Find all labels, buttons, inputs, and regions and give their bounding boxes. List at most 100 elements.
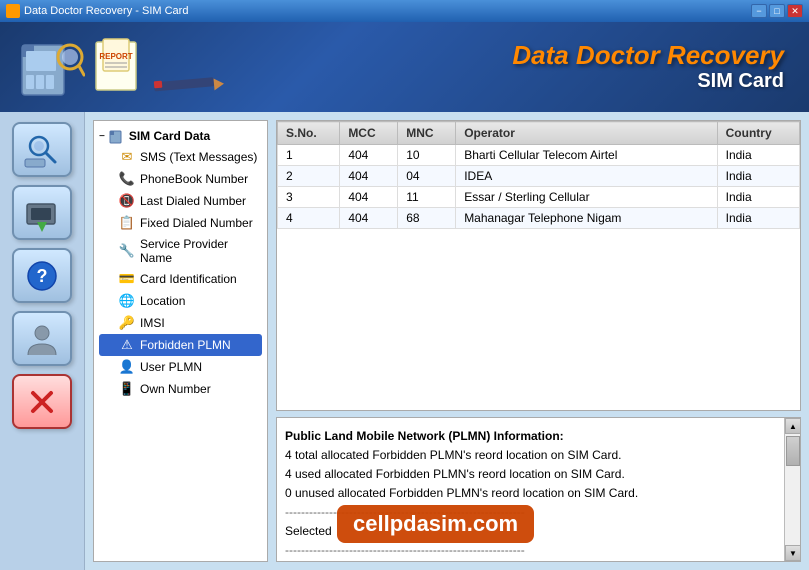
- tree-item-imsi[interactable]: 🔑 IMSI: [99, 312, 262, 334]
- sim-card-icon: [20, 37, 85, 97]
- scroll-track: [785, 434, 800, 545]
- cell-operator: Essar / Sterling Cellular: [456, 187, 717, 208]
- tree-root-label: SIM Card Data: [129, 129, 210, 143]
- cell-sno: 4: [278, 208, 340, 229]
- header-title-main: Data Doctor Recovery: [512, 41, 784, 70]
- last-dialed-icon: 📵: [119, 193, 135, 209]
- cell-operator: IDEA: [456, 166, 717, 187]
- cell-mcc: 404: [340, 208, 398, 229]
- info-line-2: 0 unused allocated Forbidden PLMN's reor…: [285, 484, 776, 502]
- service-provider-icon: 🔧: [119, 243, 135, 259]
- location-label: Location: [140, 294, 185, 308]
- col-header-mcc: MCC: [340, 122, 398, 145]
- help-button[interactable]: ?: [12, 248, 72, 303]
- cell-sno: 1: [278, 145, 340, 166]
- cell-sno: 2: [278, 166, 340, 187]
- sms-label: SMS (Text Messages): [140, 150, 257, 164]
- cell-country: India: [717, 187, 799, 208]
- cell-mcc: 404: [340, 145, 398, 166]
- info-lines-container: 4 total allocated Forbidden PLMN's reord…: [285, 446, 776, 561]
- fixed-dialed-icon: 📋: [119, 215, 135, 231]
- info-title: Public Land Mobile Network (PLMN) Inform…: [285, 427, 776, 445]
- tree-items-container: ✉ SMS (Text Messages) 📞 PhoneBook Number 📵La…: [99, 146, 262, 400]
- imsi-icon: 🔑: [119, 315, 135, 331]
- table-row: 140410Bharti Cellular Telecom AirtelIndi…: [278, 145, 800, 166]
- app-icon: [6, 4, 20, 18]
- imsi-label: IMSI: [140, 316, 165, 330]
- own-number-icon: 📱: [119, 381, 135, 397]
- phonebook-label: PhoneBook Number: [140, 172, 248, 186]
- pencil-icon: [152, 72, 232, 97]
- report-icon: REPORT: [91, 37, 146, 97]
- tree-item-last-dialed[interactable]: 📵Last Dialed Number: [99, 190, 262, 212]
- tree-item-phonebook[interactable]: 📞 PhoneBook Number: [99, 168, 262, 190]
- cell-country: India: [717, 208, 799, 229]
- window-title: Data Doctor Recovery - SIM Card: [24, 5, 188, 17]
- tree-item-forbidden-plmn[interactable]: ⚠Forbidden PLMN: [99, 334, 262, 356]
- tree-item-fixed-dialed[interactable]: 📋 Fixed Dialed Number: [99, 212, 262, 234]
- cell-country: India: [717, 166, 799, 187]
- service-provider-label: Service Provider Name: [140, 237, 260, 265]
- info-scrollbar[interactable]: ▲ ▼: [784, 418, 800, 561]
- info-line-3: ----------------------------------------…: [285, 503, 776, 521]
- table-row: 340411Essar / Sterling CellularIndia: [278, 187, 800, 208]
- tree-item-user-plmn[interactable]: 👤 User PLMN: [99, 356, 262, 378]
- table-row: 240404IDEAIndia: [278, 166, 800, 187]
- user-plmn-label: User PLMN: [140, 360, 202, 374]
- tree-item-card-id[interactable]: 💳 Card Identification: [99, 268, 262, 290]
- header-title-sub: SIM Card: [512, 70, 784, 93]
- tree-item-service-provider[interactable]: 🔧 Service Provider Name: [99, 234, 262, 268]
- info-text-area: Public Land Mobile Network (PLMN) Inform…: [277, 418, 784, 561]
- recover-button[interactable]: [12, 185, 72, 240]
- sms-icon: ✉: [119, 149, 135, 165]
- tree-item-sms[interactable]: ✉ SMS (Text Messages): [99, 146, 262, 168]
- scroll-up-button[interactable]: ▲: [785, 418, 801, 434]
- sidebar-buttons: ?: [0, 112, 85, 570]
- tree-root: − SIM Card Data: [99, 126, 262, 146]
- info-line-6: Mobile C: [285, 560, 776, 561]
- card-id-label: Card Identification: [140, 272, 237, 286]
- user-button[interactable]: [12, 311, 72, 366]
- info-line-1: 4 used allocated Forbidden PLMN's reord …: [285, 465, 776, 483]
- forbidden-plmn-icon: ⚠: [119, 337, 135, 353]
- card-id-icon: 💳: [119, 271, 135, 287]
- minimize-button[interactable]: −: [751, 4, 767, 18]
- cell-mcc: 404: [340, 187, 398, 208]
- info-line-4: Selected: [285, 522, 776, 540]
- scroll-down-button[interactable]: ▼: [785, 545, 801, 561]
- cell-mnc: 11: [398, 187, 456, 208]
- data-table: S.No.MCCMNCOperatorCountry 140410Bharti …: [277, 121, 800, 229]
- table-body: 140410Bharti Cellular Telecom AirtelIndi…: [278, 145, 800, 229]
- close-button[interactable]: ✕: [787, 4, 803, 18]
- tree-expand-icon[interactable]: −: [99, 131, 105, 142]
- col-header-mnc: MNC: [398, 122, 456, 145]
- right-content: S.No.MCCMNCOperatorCountry 140410Bharti …: [276, 120, 801, 562]
- col-header-operator: Operator: [456, 122, 717, 145]
- location-icon: 🌐: [119, 293, 135, 309]
- tree-item-own-number[interactable]: 📱 Own Number: [99, 378, 262, 400]
- maximize-button[interactable]: □: [769, 4, 785, 18]
- col-header-country: Country: [717, 122, 799, 145]
- user-plmn-icon: 👤: [119, 359, 135, 375]
- cell-operator: Mahanagar Telephone Nigam: [456, 208, 717, 229]
- col-header-sno: S.No.: [278, 122, 340, 145]
- info-line-0: 4 total allocated Forbidden PLMN's reord…: [285, 446, 776, 464]
- cell-mnc: 68: [398, 208, 456, 229]
- svg-text:REPORT: REPORT: [99, 52, 132, 61]
- cell-mcc: 404: [340, 166, 398, 187]
- phonebook-icon: 📞: [119, 171, 135, 187]
- scan-button[interactable]: [12, 122, 72, 177]
- scroll-thumb[interactable]: [786, 436, 800, 466]
- table-row: 440468Mahanagar Telephone NigamIndia: [278, 208, 800, 229]
- own-number-label: Own Number: [140, 382, 211, 396]
- tree-item-location[interactable]: 🌐 Location: [99, 290, 262, 312]
- fixed-dialed-label: Fixed Dialed Number: [140, 216, 253, 230]
- table-header-row: S.No.MCCMNCOperatorCountry: [278, 122, 800, 145]
- title-bar: Data Doctor Recovery - SIM Card − □ ✕: [0, 0, 809, 22]
- header-title-area: Data Doctor Recovery SIM Card: [512, 41, 794, 93]
- cell-mnc: 10: [398, 145, 456, 166]
- cell-country: India: [717, 145, 799, 166]
- table-area: S.No.MCCMNCOperatorCountry 140410Bharti …: [276, 120, 801, 411]
- info-panel: Public Land Mobile Network (PLMN) Inform…: [276, 417, 801, 562]
- exit-button[interactable]: [12, 374, 72, 429]
